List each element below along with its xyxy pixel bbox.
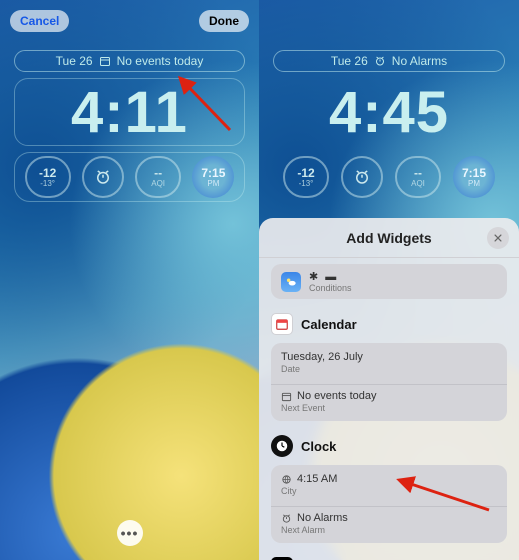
world-clock-time: 7:15 — [201, 167, 225, 179]
clock-app-row[interactable]: Clock — [271, 431, 507, 465]
weather-widget[interactable]: -12 -13° — [25, 156, 71, 198]
alarm-small-icon — [281, 513, 292, 524]
weather-symbols: ✱ ▬ — [309, 270, 352, 283]
widget-row: -12 -13° -- AQI 7:15 PM — [273, 152, 505, 202]
sheet-title: Add Widgets — [346, 230, 431, 246]
world-clock-widget[interactable]: 7:15 PM — [192, 156, 234, 198]
world-clock-widget[interactable]: 7:15 PM — [453, 156, 495, 198]
phone-left: Cancel Done Tue 26 No events today 4:11 … — [0, 0, 259, 560]
temp-sub: -13° — [40, 179, 55, 188]
date-widget[interactable]: Tue 26 No events today — [14, 50, 245, 72]
weather-icon — [281, 272, 301, 292]
calendar-nextevent-widget[interactable]: No events today Next Event — [281, 380, 497, 413]
world-clock-ampm: PM — [207, 179, 219, 188]
date-status-text: No Alarms — [392, 54, 447, 68]
alarm-icon — [353, 168, 371, 186]
widget-row[interactable]: -12 -13° -- AQI 7:15 PM — [14, 152, 245, 202]
date-label: Tue 26 — [331, 54, 368, 68]
aqi-label: AQI — [151, 179, 165, 188]
phone-right: Tue 26 No Alarms 4:45 -12 -13° -- AQI 7:… — [259, 0, 519, 560]
temp-sub: -13° — [299, 179, 314, 188]
alarm-widget[interactable] — [341, 156, 383, 198]
clock-nextalarm-line: No Alarms — [297, 512, 348, 524]
sheet-header: Add Widgets — [259, 218, 519, 258]
weather-widget[interactable]: -12 -13° — [283, 156, 329, 198]
sheet-close-button[interactable] — [487, 227, 509, 249]
aqi-widget[interactable]: -- AQI — [135, 156, 181, 198]
alarm-widget[interactable] — [82, 156, 124, 198]
calendar-date-line: Tuesday, 26 July — [281, 351, 497, 363]
clock-city-sub: City — [281, 486, 497, 496]
calendar-widgets-card[interactable]: Tuesday, 26 July Date No events today Ne… — [271, 343, 507, 421]
clock-nextalarm-widget[interactable]: No Alarms Next Alarm — [281, 502, 497, 535]
clock-widgets-card[interactable]: 4:15 AM City No Alarms Next Alarm — [271, 465, 507, 543]
clock-time: 4:45 — [329, 79, 449, 146]
clock-app-label: Clock — [301, 439, 336, 454]
calendar-date-sub: Date — [281, 364, 497, 374]
temp-value: -12 — [39, 167, 56, 179]
close-icon — [493, 233, 503, 243]
more-button[interactable]: ••• — [117, 520, 143, 546]
aqi-value: -- — [154, 167, 162, 179]
calendar-date-widget[interactable]: Tuesday, 26 July Date — [281, 351, 497, 374]
date-event-text: No events today — [117, 54, 204, 68]
weather-sublabel: Conditions — [309, 283, 352, 293]
sheet-body[interactable]: ✱ ▬ Conditions Calendar Tuesday, 26 July… — [259, 258, 519, 560]
clock-widget[interactable]: 4:11 — [14, 78, 245, 146]
date-widget[interactable]: Tue 26 No Alarms — [273, 50, 505, 72]
clock-widget: 4:45 — [273, 78, 505, 146]
clock-time: 4:11 — [71, 79, 188, 146]
calendar-app-row[interactable]: Calendar — [271, 309, 507, 343]
aqi-value: -- — [414, 167, 422, 179]
aqi-widget[interactable]: -- AQI — [395, 156, 441, 198]
clock-city-widget[interactable]: 4:15 AM City — [281, 473, 497, 496]
world-clock-ampm: PM — [468, 179, 480, 188]
done-button[interactable]: Done — [199, 10, 249, 32]
aqi-label: AQI — [411, 179, 425, 188]
alarm-icon — [374, 55, 386, 67]
date-label: Tue 26 — [56, 54, 93, 68]
globe-icon — [281, 474, 292, 485]
world-clock-time: 7:15 — [462, 167, 486, 179]
add-widgets-sheet: Add Widgets ✱ ▬ Conditions Calendar — [259, 218, 519, 560]
calendar-app-icon — [271, 313, 293, 335]
weather-conditions-card[interactable]: ✱ ▬ Conditions — [271, 264, 507, 299]
alarm-icon — [94, 168, 112, 186]
fitness-app-row[interactable]: Fitness — [271, 553, 507, 560]
temp-value: -12 — [297, 167, 314, 179]
calendar-nextevent-sub: Next Event — [281, 403, 497, 413]
calendar-nextevent-line: No events today — [297, 390, 377, 402]
calendar-icon — [99, 55, 111, 67]
calendar-app-label: Calendar — [301, 317, 357, 332]
clock-nextalarm-sub: Next Alarm — [281, 525, 497, 535]
clock-city-line: 4:15 AM — [297, 473, 337, 485]
calendar-small-icon — [281, 391, 292, 402]
cancel-button[interactable]: Cancel — [10, 10, 69, 32]
clock-app-icon — [271, 435, 293, 457]
